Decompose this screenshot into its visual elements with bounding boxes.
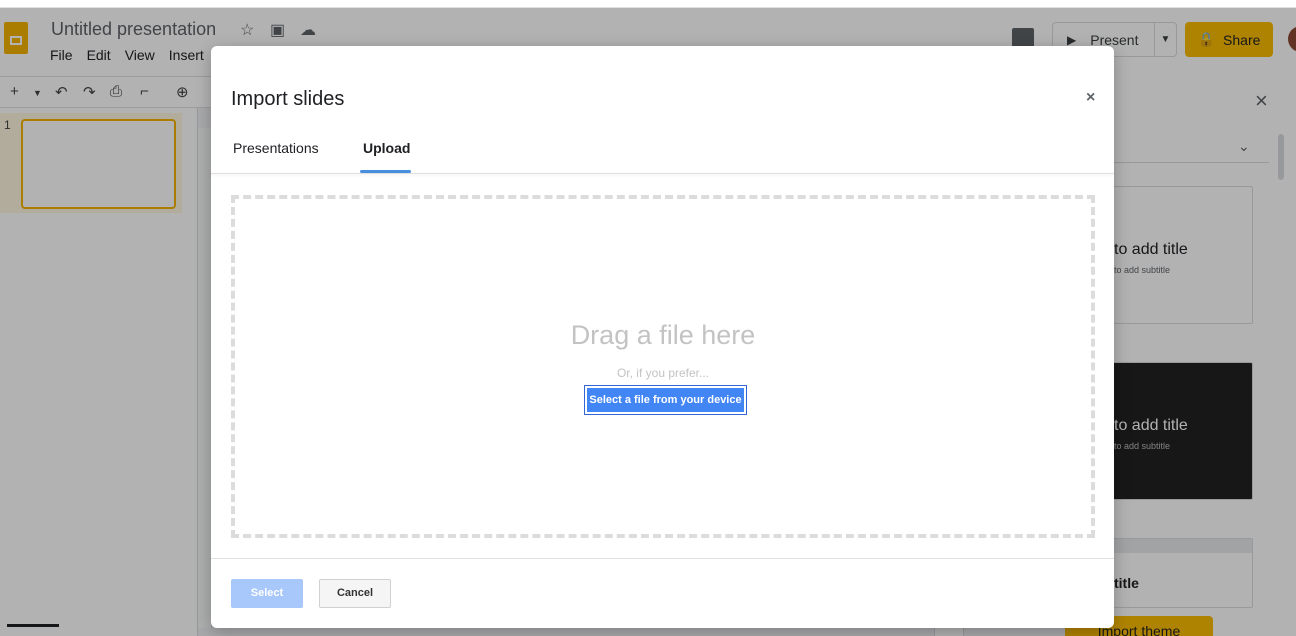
tab-upload[interactable]: Upload	[363, 140, 410, 156]
import-slides-dialog: Import slides × Presentations Upload Dra…	[211, 46, 1114, 628]
close-icon[interactable]: ×	[1086, 89, 1095, 107]
select-file-button[interactable]: Select a file from your device	[584, 385, 747, 415]
cancel-button[interactable]: Cancel	[319, 579, 391, 608]
footer-divider	[211, 558, 1114, 559]
file-drop-zone[interactable]: Drag a file here Or, if you prefer... Se…	[231, 195, 1095, 538]
top-strip	[0, 0, 1296, 8]
tab-presentations[interactable]: Presentations	[233, 140, 319, 156]
drag-file-text: Drag a file here	[570, 320, 756, 350]
prefer-text: Or, if you prefer...	[616, 366, 710, 380]
select-button[interactable]: Select	[231, 579, 303, 608]
tab-divider	[211, 173, 1114, 174]
dialog-title: Import slides	[231, 88, 345, 110]
